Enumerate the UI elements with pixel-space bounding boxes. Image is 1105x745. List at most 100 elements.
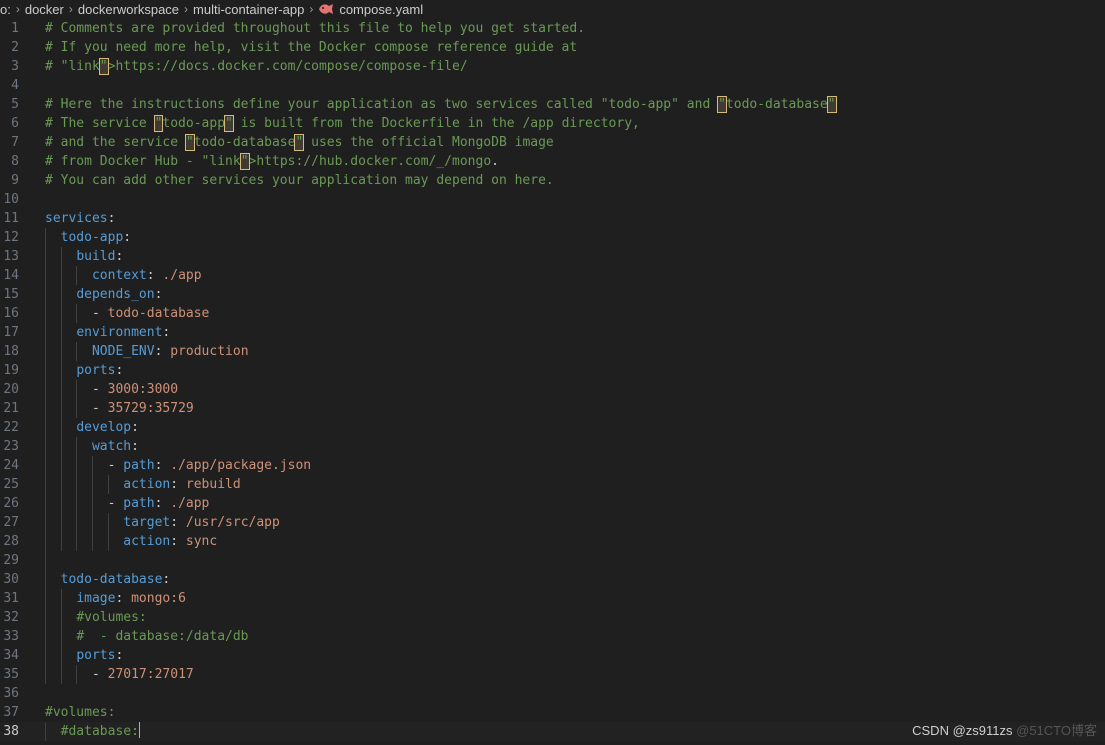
code-text: # "link">https://docs.docker.com/compose… <box>45 58 468 75</box>
code-text: environment: <box>76 325 171 340</box>
line-number: 15 <box>3 287 19 302</box>
line-number: 35 <box>3 667 19 682</box>
line-number: 12 <box>3 230 19 245</box>
code-line[interactable]: 20 - 3000:3000 <box>0 380 1105 399</box>
code-text: # The service "todo-app" is built from t… <box>45 115 640 132</box>
code-text: # and the service "todo-database" uses t… <box>45 134 554 151</box>
code-line[interactable]: 23 watch: <box>0 437 1105 456</box>
watermark-ghost-text: @51CTO博客 <box>1016 723 1097 738</box>
code-text: # from Docker Hub - "link">https://hub.d… <box>45 153 499 170</box>
code-line[interactable]: 22 develop: <box>0 418 1105 437</box>
code-editor[interactable]: 1 # Comments are provided throughout this… <box>0 19 1105 745</box>
code-line[interactable]: 4 <box>0 76 1105 95</box>
code-line[interactable]: 36 <box>0 684 1105 703</box>
line-number: 37 <box>3 705 19 720</box>
watermark-text: CSDN @zs911zs <box>912 723 1013 738</box>
line-number: 27 <box>3 515 19 530</box>
line-number: 32 <box>3 610 19 625</box>
chevron-right-icon: › <box>15 2 20 16</box>
code-line[interactable]: 12 todo-app: <box>0 228 1105 247</box>
code-text: develop: <box>76 420 139 435</box>
line-number: 30 <box>3 572 19 587</box>
breadcrumb-item-dockerworkspace[interactable]: dockerworkspace <box>78 2 179 17</box>
line-number: 14 <box>3 268 19 283</box>
breadcrumb-item-root[interactable]: o: <box>0 2 11 17</box>
text-cursor <box>138 722 140 738</box>
line-number: 38 <box>3 724 19 739</box>
line-number: 2 <box>11 40 19 55</box>
line-number: 11 <box>3 211 19 226</box>
code-text: image: mongo:6 <box>76 591 186 606</box>
breadcrumb: o: › docker › dockerworkspace › multi-co… <box>0 0 1105 18</box>
code-line[interactable]: 3 # "link">https://docs.docker.com/compos… <box>0 57 1105 76</box>
line-number: 24 <box>3 458 19 473</box>
code-line[interactable]: 8 # from Docker Hub - "link">https://hub.… <box>0 152 1105 171</box>
code-text: watch: <box>91 439 139 454</box>
code-line[interactable]: 32 #volumes: <box>0 608 1105 627</box>
line-number: 18 <box>3 344 19 359</box>
code-line[interactable]: 24 - path: ./app/package.json <box>0 456 1105 475</box>
code-line[interactable]: 14 context: ./app <box>0 266 1105 285</box>
code-line[interactable]: 27 target: /usr/src/app <box>0 513 1105 532</box>
breadcrumb-item-file[interactable]: compose.yaml <box>339 2 423 17</box>
code-text: build: <box>76 249 124 264</box>
code-text: - 27017:27017 <box>91 667 194 682</box>
breadcrumb-item-docker[interactable]: docker <box>25 2 64 17</box>
line-number: 1 <box>11 21 19 36</box>
code-line[interactable]: 7 # and the service "todo-database" uses … <box>0 133 1105 152</box>
code-line[interactable]: 19 ports: <box>0 361 1105 380</box>
code-text: - 35729:35729 <box>91 401 194 416</box>
code-line[interactable]: 11 services: <box>0 209 1105 228</box>
code-line[interactable]: 26 - path: ./app <box>0 494 1105 513</box>
line-number: 16 <box>3 306 19 321</box>
code-line[interactable]: 9 # You can add other services your appli… <box>0 171 1105 190</box>
line-number: 26 <box>3 496 19 511</box>
code-text: action: sync <box>123 534 218 549</box>
code-text: todo-database: <box>60 572 171 587</box>
code-line[interactable]: 5 # Here the instructions define your app… <box>0 95 1105 114</box>
code-line[interactable]: 34 ports: <box>0 646 1105 665</box>
code-line[interactable]: 13 build: <box>0 247 1105 266</box>
chevron-right-icon: › <box>309 2 314 16</box>
code-line[interactable]: 25 action: rebuild <box>0 475 1105 494</box>
code-line[interactable]: 30 todo-database: <box>0 570 1105 589</box>
code-text: #volumes: <box>76 610 147 625</box>
code-text: services: <box>45 211 116 226</box>
indent-guide <box>45 551 46 570</box>
line-number: 20 <box>3 382 19 397</box>
code-line[interactable]: 31 image: mongo:6 <box>0 589 1105 608</box>
line-number: 3 <box>11 59 19 74</box>
code-text: - path: ./app/package.json <box>107 458 312 473</box>
line-number: 31 <box>3 591 19 606</box>
line-number: 17 <box>3 325 19 340</box>
code-line[interactable]: 2 # If you need more help, visit the Dock… <box>0 38 1105 57</box>
line-number: 36 <box>3 686 19 701</box>
code-line[interactable]: 15 depends_on: <box>0 285 1105 304</box>
code-text: target: /usr/src/app <box>123 515 280 530</box>
code-line[interactable]: 6 # The service "todo-app" is built from … <box>0 114 1105 133</box>
watermark: CSDN @zs911zs @51CTO博客 <box>912 720 1097 739</box>
breadcrumb-item-multi-container-app[interactable]: multi-container-app <box>193 2 304 17</box>
code-text: #database: <box>60 722 140 739</box>
code-line[interactable]: 16 - todo-database <box>0 304 1105 323</box>
code-text: depends_on: <box>76 287 163 302</box>
line-number: 33 <box>3 629 19 644</box>
code-line[interactable]: 29 <box>0 551 1105 570</box>
code-line[interactable]: 1 # Comments are provided throughout this… <box>0 19 1105 38</box>
line-number: 21 <box>3 401 19 416</box>
code-text: - path: ./app <box>107 496 210 511</box>
code-line[interactable]: 10 <box>0 190 1105 209</box>
code-line[interactable]: 17 environment: <box>0 323 1105 342</box>
code-text: action: rebuild <box>123 477 241 492</box>
code-line[interactable]: 33 # - database:/data/db <box>0 627 1105 646</box>
code-line[interactable]: 28 action: sync <box>0 532 1105 551</box>
code-text: ports: <box>76 363 124 378</box>
code-text: # Here the instructions define your appl… <box>45 96 837 113</box>
code-line[interactable]: 35 - 27017:27017 <box>0 665 1105 684</box>
line-number: 9 <box>11 173 19 188</box>
line-number: 13 <box>3 249 19 264</box>
code-line[interactable]: 18 NODE_ENV: production <box>0 342 1105 361</box>
code-line[interactable]: 21 - 35729:35729 <box>0 399 1105 418</box>
code-text: #volumes: <box>45 705 116 720</box>
code-text: # If you need more help, visit the Docke… <box>45 40 578 55</box>
